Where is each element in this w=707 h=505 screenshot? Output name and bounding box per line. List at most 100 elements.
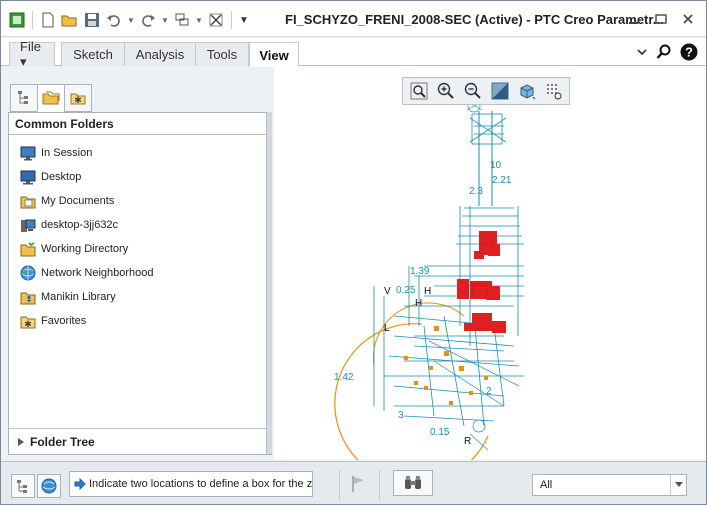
app-window: ▼ ▼ ▼ ▼ FI_SCHYZO_FRENI_2008-SEC (Active…: [0, 0, 707, 505]
zoom-to-fit-icon[interactable]: [406, 79, 431, 103]
save-icon[interactable]: [82, 10, 102, 30]
tab-tools[interactable]: Tools: [195, 42, 249, 66]
app-icon[interactable]: [7, 10, 27, 30]
redo-icon[interactable]: [138, 10, 158, 30]
folder-item-favorites[interactable]: ✱ Favorites: [9, 309, 271, 333]
documents-icon: [20, 193, 36, 209]
dimension-label[interactable]: 0.25: [396, 285, 416, 296]
monitor-icon: [20, 145, 36, 161]
tab-sketch[interactable]: Sketch: [61, 42, 125, 66]
navigator-tabs: ✱: [10, 84, 92, 112]
navigator-panel: ✱ Common Folders In Session Desktop My D…: [8, 78, 273, 455]
folder-item-label: desktop-3jj632c: [41, 219, 119, 231]
redo-dropdown-icon[interactable]: ▼: [160, 10, 170, 30]
folder-item-network-neighborhood[interactable]: Network Neighborhood: [9, 261, 271, 285]
prompt-arrow-icon: [74, 478, 86, 490]
folder-item-label: Manikin Library: [41, 291, 116, 303]
selection-filter-dropdown[interactable]: All: [532, 474, 687, 496]
message-area: Indicate two locations to define a box f…: [69, 471, 313, 497]
svg-text:L: L: [384, 323, 390, 334]
window-title: FI_SCHYZO_FRENI_2008-SEC (Active) - PTC …: [285, 12, 664, 27]
favorites-icon: ✱: [20, 313, 36, 329]
zoom-out-icon[interactable]: [460, 79, 485, 103]
tab-analysis[interactable]: Analysis: [124, 42, 196, 66]
model-tree-tab-icon[interactable]: [10, 84, 38, 112]
show-browser-icon[interactable]: [37, 474, 61, 498]
common-folders-header: Common Folders: [9, 113, 271, 135]
dimension-label[interactable]: 2.3: [469, 186, 483, 197]
folder-item-label: In Session: [41, 147, 93, 159]
open-icon[interactable]: [60, 10, 80, 30]
folder-browser: Common Folders In Session Desktop My Doc…: [8, 112, 272, 455]
repaint-icon[interactable]: [487, 79, 512, 103]
ribbon-tab-bar: File ▾ Sketch Analysis Tools View ?: [1, 38, 706, 69]
folder-tree-label: Folder Tree: [30, 434, 95, 449]
dimension-label[interactable]: 2.21: [492, 175, 512, 186]
folder-item-label: Desktop: [41, 171, 82, 183]
status-bar: Indicate two locations to define a box f…: [1, 461, 706, 504]
tab-view[interactable]: View: [249, 42, 299, 67]
zoom-in-icon[interactable]: [433, 79, 458, 103]
folder-item-working-directory[interactable]: Working Directory: [9, 237, 271, 261]
minimize-icon[interactable]: [625, 10, 643, 28]
undo-icon[interactable]: [104, 10, 124, 30]
status-message: Indicate two locations to define a box f…: [89, 478, 313, 490]
title-bar: ▼ ▼ ▼ ▼ FI_SCHYZO_FRENI_2008-SEC (Active…: [1, 1, 706, 37]
dimension-label[interactable]: 1.39: [410, 266, 430, 277]
tab-file[interactable]: File ▾: [9, 39, 55, 69]
regenerate-dropdown-icon[interactable]: ▼: [194, 10, 204, 30]
folder-item-manikin-library[interactable]: Manikin Library: [9, 285, 271, 309]
minimize-ribbon-icon[interactable]: [636, 46, 648, 61]
regenerate-icon[interactable]: [172, 10, 192, 30]
show-navigator-icon[interactable]: [11, 474, 35, 498]
svg-text:✱: ✱: [24, 319, 32, 329]
folder-item-my-documents[interactable]: My Documents: [9, 189, 271, 213]
folder-item-label: Favorites: [41, 315, 87, 327]
folder-item-in-session[interactable]: In Session: [9, 141, 271, 165]
flag-icon[interactable]: [351, 475, 367, 496]
selection-filter-value: All: [540, 479, 553, 491]
restore-icon[interactable]: [652, 10, 670, 28]
svg-text:✱: ✱: [74, 95, 82, 105]
sketch-canvas[interactable]: 1.39 0.25 1.42 2.21 2.3 0.15 10 2 3 V H …: [274, 66, 706, 460]
quick-access-toolbar: ▼ ▼ ▼ ▼: [7, 9, 251, 31]
close-window-icon[interactable]: [206, 10, 226, 30]
svg-text:H: H: [424, 286, 431, 297]
svg-text:R: R: [464, 436, 471, 447]
new-icon[interactable]: [38, 10, 58, 30]
folder-item-label: Working Directory: [41, 243, 129, 255]
navigator-scrollbar[interactable]: [266, 112, 272, 454]
manikin-library-icon: [20, 289, 36, 305]
dimension-label[interactable]: 1.42: [334, 372, 354, 383]
chevron-down-icon: [670, 475, 686, 495]
graphics-window[interactable]: 1.39 0.25 1.42 2.21 2.3 0.15 10 2 3 V H …: [274, 66, 706, 460]
search-icon[interactable]: [656, 44, 672, 63]
desktop-icon: [20, 169, 36, 185]
folder-item-desktop[interactable]: Desktop: [9, 165, 271, 189]
display-style-icon[interactable]: [514, 79, 539, 103]
folder-tree-toggle[interactable]: Folder Tree: [9, 428, 271, 454]
computer-icon: [20, 217, 36, 233]
folder-item-label: Network Neighborhood: [41, 267, 154, 279]
help-icon[interactable]: ?: [680, 43, 698, 64]
graphics-toolbar: [402, 77, 570, 105]
favorites-tab-icon[interactable]: ✱: [64, 84, 92, 112]
svg-text:H: H: [415, 298, 422, 309]
close-icon[interactable]: [679, 10, 697, 28]
folder-item-computer[interactable]: desktop-3jj632c: [9, 213, 271, 237]
dimension-label[interactable]: 3: [398, 410, 404, 421]
folder-browser-tab-icon[interactable]: [37, 84, 65, 112]
svg-text:V: V: [384, 286, 391, 297]
dimension-label[interactable]: 10: [490, 160, 502, 171]
expand-arrow-icon: [18, 437, 24, 446]
sketcher-display-filter-icon[interactable]: [541, 79, 566, 103]
ribbon-right-controls: ?: [636, 43, 698, 64]
dimension-label[interactable]: 0.15: [430, 427, 450, 438]
working-directory-icon: [20, 241, 36, 257]
network-icon: [20, 265, 36, 281]
customize-qat-icon[interactable]: ▼: [237, 10, 251, 30]
folder-item-label: My Documents: [41, 195, 115, 207]
common-folders-list: In Session Desktop My Documents desktop-…: [9, 135, 271, 333]
find-icon[interactable]: [393, 470, 433, 496]
undo-dropdown-icon[interactable]: ▼: [126, 10, 136, 30]
